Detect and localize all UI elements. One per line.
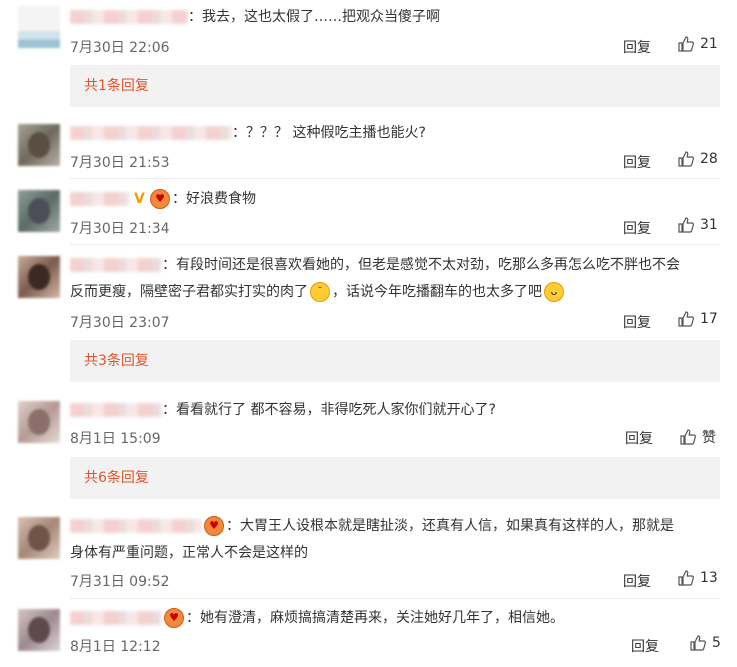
avatar[interactable] [18,256,60,298]
more-replies-button[interactable]: 共6条回复 [70,457,720,499]
comment-time: 8月1日 15:09 [70,431,161,447]
user-name[interactable] [70,519,202,533]
like-button[interactable]: 21 [678,36,718,52]
like-count: 13 [700,570,718,586]
user-name[interactable] [70,403,162,417]
avatar[interactable] [18,517,60,559]
reply-button[interactable]: 回复 [625,428,653,448]
like-button[interactable]: 5 [690,635,721,651]
emoji-icon: ♥ [150,189,170,209]
user-name[interactable] [70,258,162,272]
like-count: 5 [712,635,721,651]
user-name[interactable] [70,611,162,625]
thumb-up-icon [690,635,706,651]
emoji-icon: ᴗ [544,282,564,302]
thumb-up-icon [678,217,694,233]
avatar[interactable] [18,401,60,443]
reply-button[interactable]: 回复 [631,636,659,656]
thumb-up-icon [678,151,694,167]
comment-text: ？？？ 这种假吃主播也能火? [246,125,426,141]
avatar[interactable] [18,6,60,48]
reply-button[interactable]: 回复 [623,37,651,57]
like-count: 31 [700,217,718,233]
reply-button[interactable]: 回复 [623,218,651,238]
comment-text: 看看就行了 都不容易，非得吃死人家你们就开心了? [176,402,496,418]
comment-time: 7月30日 21:53 [70,155,170,171]
more-replies-button[interactable]: 共3条回复 [70,340,720,382]
avatar[interactable] [18,609,60,651]
comment-time: 7月30日 22:06 [70,40,170,56]
comment-text: ，话说今年吃播翻车的也太多了吧 [332,284,542,300]
like-button[interactable]: 17 [678,311,718,327]
avatar[interactable] [18,124,60,166]
like-button[interactable]: 13 [678,570,718,586]
thumb-up-icon [678,570,694,586]
reply-button[interactable]: 回复 [623,571,651,591]
divider [70,244,720,245]
reply-button[interactable]: 回复 [623,152,651,172]
comment-text: 好浪费食物 [186,191,256,207]
comment-time: 7月31日 09:52 [70,574,170,590]
comment-text: 我去，这也太假了……把观众当傻子啊 [202,9,440,25]
comment-text: 身体有严重问题，正常人不会是这样的 [70,545,308,561]
user-name[interactable] [70,10,188,24]
thumb-up-icon [678,311,694,327]
like-button[interactable]: 28 [678,151,718,167]
like-count: 赞 [702,430,716,446]
user-name[interactable] [70,192,130,206]
comment-time: 7月30日 21:34 [70,221,170,237]
comment-text: 她有澄清，麻烦搞搞清楚再来，关注她好几年了，相信她。 [200,610,564,626]
comment-text: 大胃王人设根本就是瞎扯淡，还真有人信，如果真有这样的人，那就是 [240,518,674,534]
user-name[interactable] [70,126,232,140]
like-count: 21 [700,36,718,52]
reply-button[interactable]: 回复 [623,312,651,332]
comment-time: 8月1日 12:12 [70,639,161,655]
like-button[interactable]: 31 [678,217,718,233]
emoji-icon: ˘ [310,282,330,302]
emoji-icon: ♥ [164,608,184,628]
comment-text: 有段时间还是很喜欢看她的，但老是感觉不太对劲，吃那么多再怎么吃不胖也不会 [176,257,680,273]
like-count: 17 [700,311,718,327]
like-count: 28 [700,151,718,167]
comment-time: 7月30日 23:07 [70,315,170,331]
emoji-icon: ♥ [204,516,224,536]
more-replies-button[interactable]: 共1条回复 [70,65,720,107]
divider [70,178,720,179]
verified-badge-icon: V [134,191,145,207]
divider [70,598,720,599]
comment-text: 反而更瘦，隔壁密子君都实打实的肉了 [70,284,308,300]
avatar[interactable] [18,190,60,232]
thumb-up-icon [678,36,694,52]
thumb-up-icon [680,429,696,445]
like-button[interactable]: 赞 [680,427,716,447]
